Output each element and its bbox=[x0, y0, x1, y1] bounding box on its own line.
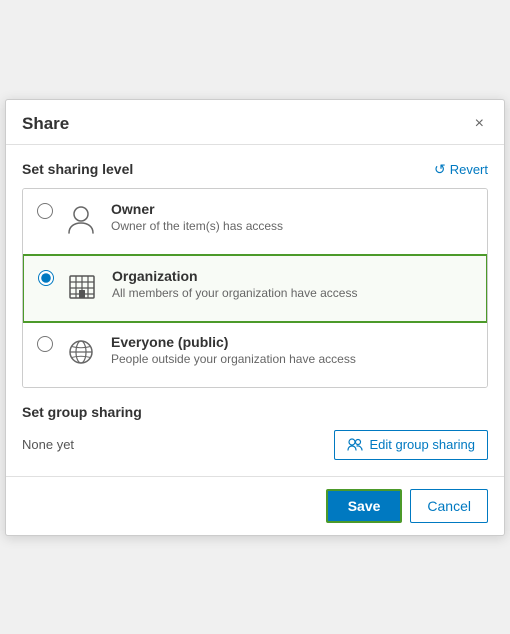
owner-label: Owner bbox=[111, 201, 473, 217]
owner-icon bbox=[63, 201, 99, 242]
owner-option-text: Owner Owner of the item(s) has access bbox=[111, 201, 473, 233]
owner-radio[interactable] bbox=[37, 203, 53, 219]
edit-group-label: Edit group sharing bbox=[369, 437, 475, 452]
group-sharing-section: Set group sharing None yet Edit group sh… bbox=[22, 388, 488, 476]
everyone-option-text: Everyone (public) People outside your or… bbox=[111, 334, 473, 366]
sharing-options: Owner Owner of the item(s) has access bbox=[22, 188, 488, 388]
everyone-radio-wrap bbox=[37, 336, 53, 357]
dialog-header: Share × bbox=[6, 100, 504, 145]
revert-button[interactable]: ↺ Revert bbox=[434, 161, 488, 178]
share-dialog: Share × Set sharing level ↺ Revert bbox=[5, 99, 505, 536]
organization-radio-wrap bbox=[38, 270, 54, 291]
organization-icon bbox=[64, 268, 100, 309]
dialog-title: Share bbox=[22, 114, 69, 134]
none-yet-label: None yet bbox=[22, 437, 74, 452]
organization-option-text: Organization All members of your organiz… bbox=[112, 268, 472, 300]
organization-option[interactable]: Organization All members of your organiz… bbox=[22, 254, 488, 323]
revert-icon: ↺ bbox=[434, 161, 446, 178]
everyone-label: Everyone (public) bbox=[111, 334, 473, 350]
dialog-footer: Save Cancel bbox=[6, 476, 504, 535]
organization-label: Organization bbox=[112, 268, 472, 284]
cancel-button[interactable]: Cancel bbox=[410, 489, 488, 523]
everyone-icon bbox=[63, 334, 99, 375]
edit-group-icon bbox=[347, 437, 363, 453]
organization-desc: All members of your organization have ac… bbox=[112, 286, 472, 300]
owner-option[interactable]: Owner Owner of the item(s) has access bbox=[23, 189, 487, 255]
everyone-option[interactable]: Everyone (public) People outside your or… bbox=[23, 322, 487, 387]
sharing-level-title: Set sharing level bbox=[22, 161, 133, 177]
sharing-level-header: Set sharing level ↺ Revert bbox=[22, 161, 488, 178]
everyone-desc: People outside your organization have ac… bbox=[111, 352, 473, 366]
save-button[interactable]: Save bbox=[326, 489, 403, 523]
owner-desc: Owner of the item(s) has access bbox=[111, 219, 473, 233]
close-button[interactable]: × bbox=[471, 114, 488, 134]
owner-radio-wrap bbox=[37, 203, 53, 224]
organization-radio[interactable] bbox=[38, 270, 54, 286]
group-sharing-title: Set group sharing bbox=[22, 404, 488, 420]
group-sharing-row: None yet Edit group sharing bbox=[22, 430, 488, 476]
everyone-radio[interactable] bbox=[37, 336, 53, 352]
edit-group-sharing-button[interactable]: Edit group sharing bbox=[334, 430, 488, 460]
revert-label: Revert bbox=[450, 162, 488, 177]
dialog-body: Set sharing level ↺ Revert bbox=[6, 145, 504, 476]
